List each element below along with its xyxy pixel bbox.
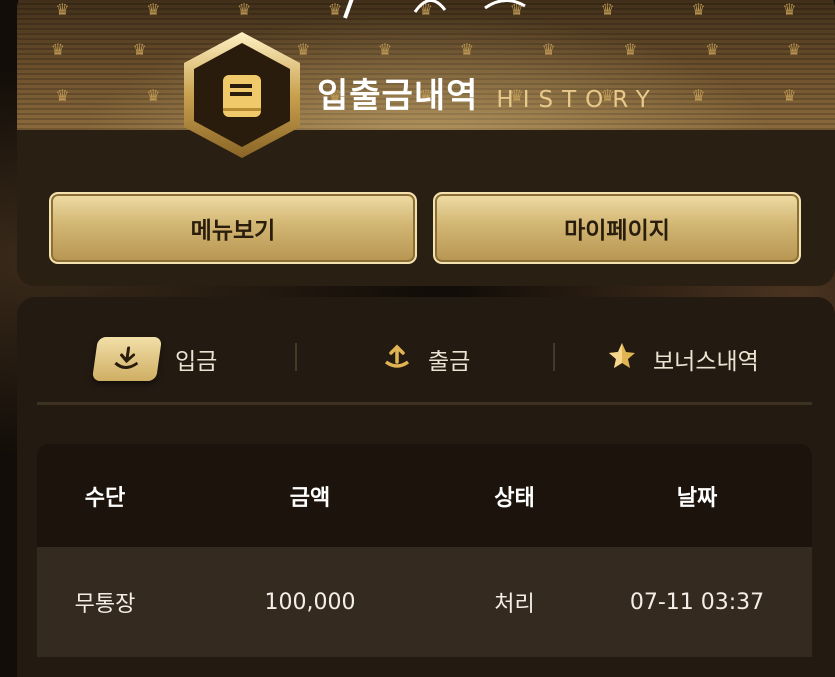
tab-bonus-label: 보너스내역 bbox=[653, 349, 759, 375]
table-header: 수단 금액 상태 날짜 bbox=[37, 444, 812, 547]
header-amount: 금액 bbox=[289, 485, 331, 511]
tab-bonus[interactable]: 보너스내역 bbox=[607, 337, 759, 381]
download-icon bbox=[91, 337, 163, 381]
mypage-button[interactable]: 마이페이지 bbox=[433, 192, 801, 264]
header-status: 상태 bbox=[494, 485, 535, 511]
upload-icon bbox=[382, 342, 412, 376]
brand-logo-fragment bbox=[343, 0, 526, 19]
history-emblem bbox=[172, 30, 312, 160]
tab-deposit[interactable]: 입금 bbox=[91, 337, 218, 381]
tab-bar: 입금 출금 보너스내역 bbox=[37, 297, 812, 405]
title-english: HISTORY bbox=[496, 87, 659, 113]
crown-pattern: ♛♛♛♛♛♛♛♛♛♛ bbox=[50, 40, 802, 59]
header-method: 수단 bbox=[84, 485, 126, 511]
table-row[interactable]: 무통장 100,000 처리 07-11 03:37 bbox=[37, 547, 812, 657]
page-title: 입출금내역 HISTORY bbox=[317, 68, 659, 117]
star-icon bbox=[607, 341, 637, 377]
tab-divider bbox=[295, 343, 297, 371]
history-table: 수단 금액 상태 날짜 무통장 100,000 처리 07-11 03:37 bbox=[37, 444, 812, 657]
header-card: ♛♛♛♛♛♛♛♛♛ ♛♛♛♛♛♛♛♛♛♛ ♛♛♛♛♛♛♛♛♛ bbox=[17, 0, 835, 286]
cell-method: 무통장 bbox=[74, 592, 136, 617]
tab-deposit-label: 입금 bbox=[175, 349, 218, 375]
tab-divider bbox=[553, 343, 555, 371]
tab-withdraw-label: 출금 bbox=[428, 349, 471, 375]
title-korean: 입출금내역 bbox=[317, 76, 479, 116]
cell-status: 처리 bbox=[494, 592, 535, 617]
history-card: 입금 출금 보너스내역 수단 금액 상태 날짜 무통장 100,000 처리 0… bbox=[17, 297, 835, 677]
menu-button[interactable]: 메뉴보기 bbox=[49, 192, 417, 264]
book-icon bbox=[223, 75, 261, 117]
tab-withdraw[interactable]: 출금 bbox=[382, 337, 470, 381]
header-date: 날짜 bbox=[676, 485, 718, 511]
cell-date: 07-11 03:37 bbox=[629, 589, 765, 615]
cell-amount: 100,000 bbox=[264, 589, 356, 615]
